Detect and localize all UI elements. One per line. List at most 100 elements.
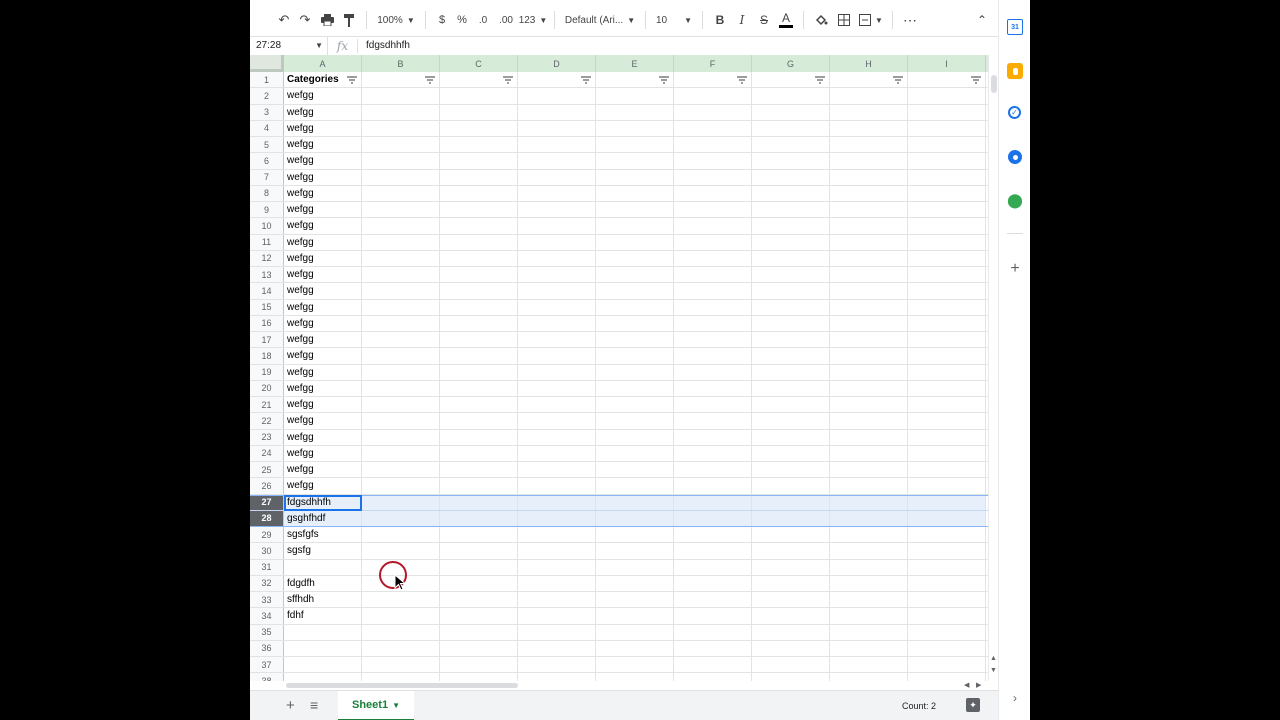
cell-h15[interactable] [830, 299, 908, 315]
cell-i12[interactable] [908, 250, 986, 266]
row-header[interactable]: 14 [250, 283, 284, 299]
cell-c13[interactable] [440, 267, 518, 283]
row-header[interactable]: 19 [250, 364, 284, 380]
cell-f29[interactable] [674, 527, 752, 543]
filter-icon[interactable] [815, 76, 825, 84]
cell-e37[interactable] [596, 657, 674, 673]
cell-b34[interactable] [362, 608, 440, 624]
cell-f9[interactable] [674, 202, 752, 218]
cell-h19[interactable] [830, 364, 908, 380]
cell-g34[interactable] [752, 608, 830, 624]
cell-e5[interactable] [596, 137, 674, 153]
cell-e29[interactable] [596, 527, 674, 543]
cell-d9[interactable] [518, 202, 596, 218]
select-all-corner[interactable] [250, 55, 284, 72]
cell-b24[interactable] [362, 445, 440, 461]
column-header-g[interactable]: G [752, 55, 830, 72]
cell-h31[interactable] [830, 559, 908, 575]
cell-d36[interactable] [518, 640, 596, 656]
cell-i19[interactable] [908, 364, 986, 380]
cell-e24[interactable] [596, 445, 674, 461]
cell-h29[interactable] [830, 527, 908, 543]
cell-e21[interactable] [596, 397, 674, 413]
cell-c7[interactable] [440, 169, 518, 185]
cell-b23[interactable] [362, 429, 440, 445]
horizontal-scroll-thumb[interactable] [286, 683, 518, 688]
cell-c6[interactable] [440, 153, 518, 169]
scroll-right-icon[interactable]: ▶ [976, 681, 981, 689]
cell-d13[interactable] [518, 267, 596, 283]
cell-i10[interactable] [908, 218, 986, 234]
cell-c14[interactable] [440, 283, 518, 299]
cell-a23[interactable]: wefgg [284, 429, 362, 445]
row-header[interactable]: 8 [250, 185, 284, 201]
cell-i31[interactable] [908, 559, 986, 575]
cell-d3[interactable] [518, 104, 596, 120]
row-header[interactable]: 23 [250, 429, 284, 445]
cell-h36[interactable] [830, 640, 908, 656]
column-header-a[interactable]: A [284, 55, 362, 72]
cell-d38[interactable] [518, 673, 596, 681]
cell-d34[interactable] [518, 608, 596, 624]
cell-d4[interactable] [518, 120, 596, 136]
cell-h17[interactable] [830, 332, 908, 348]
cell-f18[interactable] [674, 348, 752, 364]
cell-h25[interactable] [830, 462, 908, 478]
cell-e6[interactable] [596, 153, 674, 169]
cell-f14[interactable] [674, 283, 752, 299]
cell-f24[interactable] [674, 445, 752, 461]
cell-g18[interactable] [752, 348, 830, 364]
cell-c18[interactable] [440, 348, 518, 364]
cell-g9[interactable] [752, 202, 830, 218]
cell-b11[interactable] [362, 234, 440, 250]
row-header[interactable]: 11 [250, 234, 284, 250]
cell-i5[interactable] [908, 137, 986, 153]
cell-f21[interactable] [674, 397, 752, 413]
filter-icon[interactable] [581, 76, 591, 84]
row-header[interactable]: 29 [250, 527, 284, 543]
cell-h26[interactable] [830, 478, 908, 494]
merge-cells-icon[interactable]: ▼ [856, 8, 886, 32]
zoom-select[interactable]: 100% ▼ [373, 8, 419, 32]
cell-i23[interactable] [908, 429, 986, 445]
row-header[interactable]: 7 [250, 169, 284, 185]
cell-a31[interactable] [284, 559, 362, 575]
cell-f3[interactable] [674, 104, 752, 120]
cell-g7[interactable] [752, 169, 830, 185]
cell-h8[interactable] [830, 185, 908, 201]
redo-icon[interactable]: ↷ [294, 8, 316, 32]
cell-i22[interactable] [908, 413, 986, 429]
cell-a27[interactable]: fdgsdhhfh [284, 494, 362, 510]
cell-h27[interactable] [830, 494, 908, 510]
sheet-grid[interactable]: ABCDEFGHI 1 Categories 2 wefgg 3 wefgg 4 wefgg 5… [250, 55, 988, 681]
row-header[interactable]: 24 [250, 445, 284, 461]
cell-d33[interactable] [518, 592, 596, 608]
cell-b28[interactable] [362, 510, 440, 526]
cell-h12[interactable] [830, 250, 908, 266]
cell-e2[interactable] [596, 88, 674, 104]
cell-c34[interactable] [440, 608, 518, 624]
cell-e17[interactable] [596, 332, 674, 348]
cell-i28[interactable] [908, 510, 986, 526]
cell-a38[interactable] [284, 673, 362, 681]
cell-e25[interactable] [596, 462, 674, 478]
column-header-c[interactable]: C [440, 55, 518, 72]
cell-a32[interactable]: fdgdfh [284, 575, 362, 591]
filter-icon[interactable] [737, 76, 747, 84]
cell-d16[interactable] [518, 315, 596, 331]
cell-b29[interactable] [362, 527, 440, 543]
cell-a34[interactable]: fdhf [284, 608, 362, 624]
cell-e28[interactable] [596, 510, 674, 526]
increase-decimal-button[interactable]: .00 [494, 8, 518, 32]
cell-i25[interactable] [908, 462, 986, 478]
maps-icon[interactable]: ⬤ [1007, 192, 1023, 208]
cell-i24[interactable] [908, 445, 986, 461]
cell-d37[interactable] [518, 657, 596, 673]
cell-g13[interactable] [752, 267, 830, 283]
cell-g35[interactable] [752, 624, 830, 640]
cell-g23[interactable] [752, 429, 830, 445]
cell-d2[interactable] [518, 88, 596, 104]
row-header[interactable]: 36 [250, 640, 284, 656]
cell-a2[interactable]: wefgg [284, 88, 362, 104]
cell-h30[interactable] [830, 543, 908, 559]
